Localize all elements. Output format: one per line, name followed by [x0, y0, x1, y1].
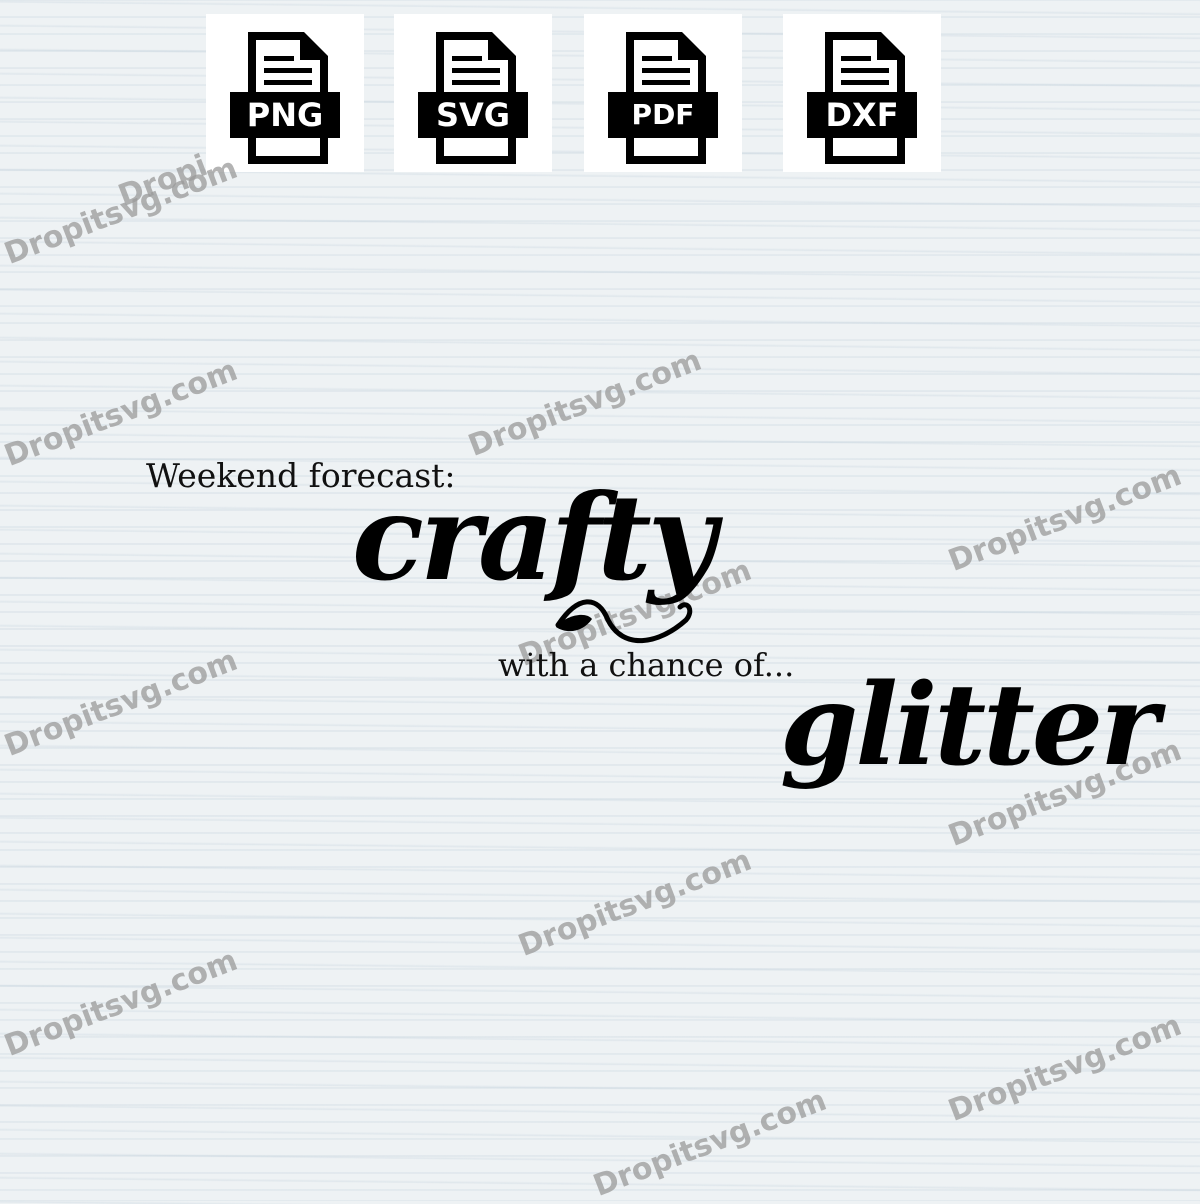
quote-word-glitter: glitter [780, 660, 1159, 791]
pdf-file-badge: PDF [584, 14, 742, 172]
watermark: Dropitsvg.com [588, 1082, 832, 1204]
png-label: PNG [230, 92, 340, 138]
watermark: Dropitsvg.com [0, 642, 243, 764]
watermark: Dropitsvg.com [463, 342, 707, 464]
png-file-badge: PNG [206, 14, 364, 172]
quote-line-2: with a chance of... [498, 646, 795, 684]
dxf-label: DXF [807, 92, 917, 138]
watermark: Dropitsvg.com [513, 842, 757, 964]
watermark: Dropitsvg.com [943, 457, 1187, 579]
file-format-badges: PNG SVG PDF DXF [0, 0, 1200, 180]
watermark: Dropitsvg.com [0, 942, 243, 1064]
pdf-label: PDF [608, 92, 718, 138]
watermark: Dropitsvg.com [943, 1007, 1187, 1129]
svg-label: SVG [418, 92, 528, 138]
svg-file-badge: SVG [394, 14, 552, 172]
crafty-swash [555, 599, 693, 644]
dxf-file-badge: DXF [783, 14, 941, 172]
